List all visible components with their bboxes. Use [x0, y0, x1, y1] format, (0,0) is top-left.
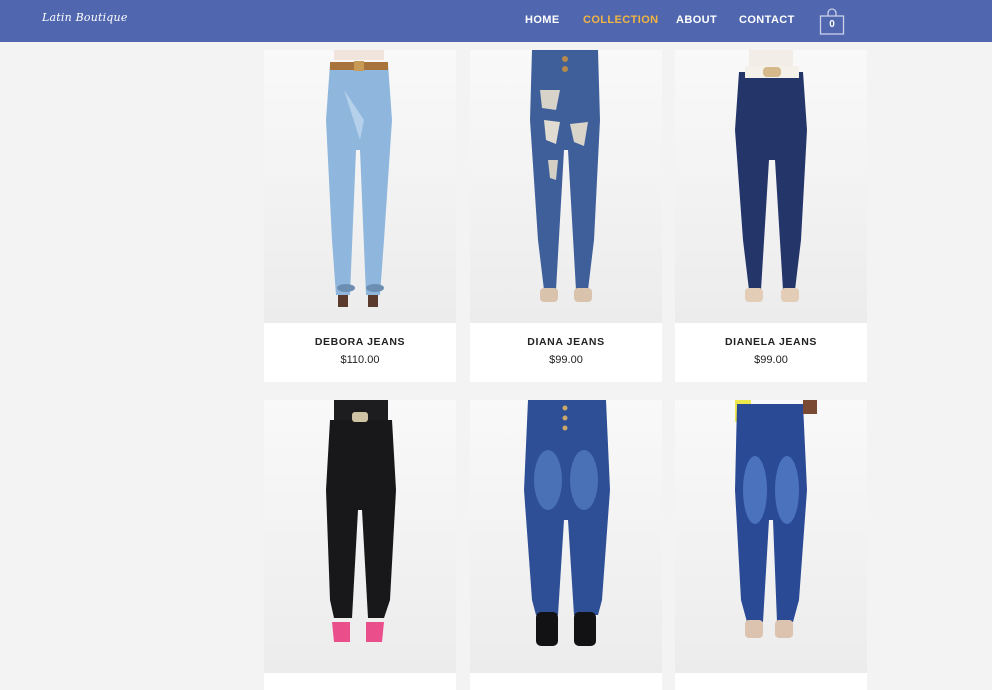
light-jeans-photo: [326, 50, 392, 307]
nav-about-link[interactable]: ABOUT: [676, 14, 717, 26]
product-card-diana[interactable]: DIANA JEANS $99.00: [470, 50, 662, 382]
nav-contact-link[interactable]: CONTACT: [739, 14, 795, 26]
site-logo[interactable]: Latin Boutique: [42, 11, 128, 24]
product-price: $99.00: [549, 354, 583, 366]
product-card-dianela[interactable]: DIANELA JEANS $99.00: [675, 50, 867, 382]
dark-jeans-photo: [735, 50, 807, 302]
black-jeans-photo: [326, 400, 396, 642]
product-price: $99.00: [754, 354, 788, 366]
product-image[interactable]: [675, 50, 867, 323]
product-card-blue-1[interactable]: [470, 400, 662, 690]
product-image[interactable]: [470, 400, 662, 673]
product-image[interactable]: [264, 400, 456, 673]
product-name[interactable]: DIANELA JEANS: [675, 336, 867, 348]
product-image[interactable]: [470, 50, 662, 323]
cart-count: 0: [829, 19, 835, 30]
product-card-black[interactable]: [264, 400, 456, 690]
blue-jeans-photo: [735, 400, 817, 638]
top-navbar: Latin Boutique HOME COLLECTION ABOUT CON…: [0, 0, 992, 42]
blue-jeans-photo: [524, 400, 610, 646]
product-card-blue-2[interactable]: [675, 400, 867, 690]
product-price: $110.00: [340, 354, 380, 366]
product-card-debora[interactable]: DEBORA JEANS $110.00: [264, 50, 456, 382]
cart-button[interactable]: 0: [819, 8, 845, 35]
nav-home-link[interactable]: HOME: [525, 14, 560, 26]
product-image[interactable]: [264, 50, 456, 323]
ripped-jeans-photo: [530, 50, 600, 302]
product-name[interactable]: DEBORA JEANS: [264, 336, 456, 348]
product-image[interactable]: [675, 400, 867, 673]
product-name[interactable]: DIANA JEANS: [470, 336, 662, 348]
nav-collection-link[interactable]: COLLECTION: [583, 14, 659, 26]
